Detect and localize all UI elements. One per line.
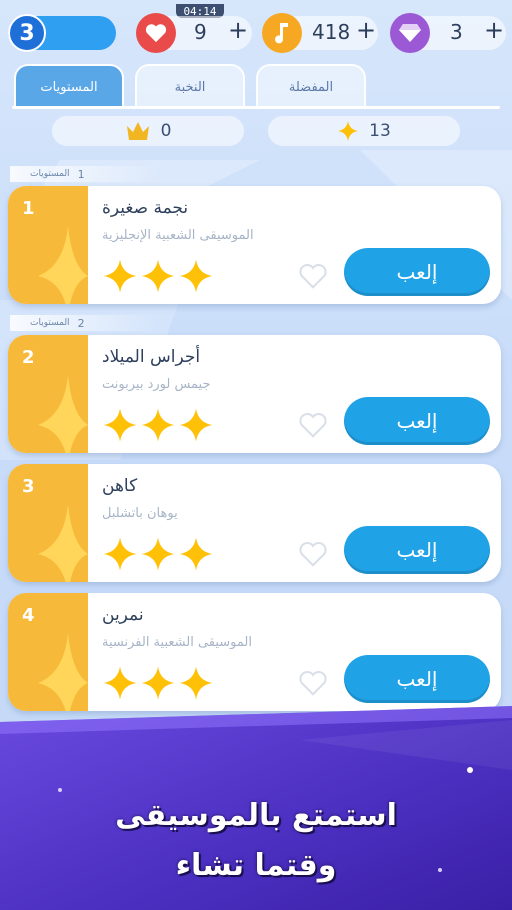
song-card[interactable]: 4 نمرين الموسيقى الشعبية الفرنسية إلعب: [8, 593, 501, 711]
favorite-heart-icon[interactable]: [298, 669, 328, 697]
stars-value: 13: [369, 121, 391, 141]
song-number: 3: [22, 476, 35, 497]
promo-text-line2: وقتما تشاء: [175, 848, 337, 883]
tab-underline: [12, 106, 500, 109]
tab-elite[interactable]: النخبة: [135, 64, 245, 108]
section-header: المستويات 2: [10, 315, 160, 331]
star-icon: [179, 408, 213, 442]
play-button[interactable]: إلعب: [344, 248, 490, 296]
notes-value: 418: [312, 20, 351, 44]
star-icon: [103, 537, 137, 571]
favorite-heart-icon[interactable]: [298, 540, 328, 568]
song-title: نجمة صغيرة: [102, 198, 189, 218]
star-icon: [141, 666, 175, 700]
song-artist: جيمس لورد بيربونت: [102, 377, 211, 392]
song-number: 4: [22, 605, 35, 626]
song-card[interactable]: 2 أجراس الميلاد جيمس لورد بيربونت إلعب: [8, 335, 501, 453]
crowns-value: 0: [160, 121, 172, 141]
song-artist: الموسيقى الشعبية الإنجليزية: [102, 228, 254, 243]
rating-stars: [102, 258, 214, 294]
rating-stars: [102, 536, 214, 572]
crowns-stat: 0: [52, 116, 244, 146]
song-card[interactable]: 1 نجمة صغيرة الموسيقى الشعبية الإنجليزية…: [8, 186, 501, 304]
crown-icon: [126, 122, 149, 140]
add-gems-button[interactable]: +: [484, 16, 504, 44]
section-number: 2: [77, 316, 85, 330]
promo-text-line1: استمتع بالموسيقى: [115, 798, 397, 833]
star-icon: [179, 666, 213, 700]
star-icon: [179, 259, 213, 293]
play-button[interactable]: إلعب: [344, 397, 490, 445]
star-icon: [141, 259, 175, 293]
star-icon: [103, 666, 137, 700]
play-button[interactable]: إلعب: [344, 526, 490, 574]
section-label: المستويات: [30, 169, 70, 179]
heart-icon: [136, 13, 176, 53]
song-title: كاهن: [102, 476, 138, 496]
rating-stars: [102, 665, 214, 701]
song-number: 1: [22, 198, 35, 219]
add-notes-button[interactable]: +: [356, 16, 376, 44]
star-icon: [179, 537, 213, 571]
song-artist: الموسيقى الشعبية الفرنسية: [102, 635, 252, 650]
rating-stars: [102, 407, 214, 443]
level-badge: 3: [8, 14, 46, 52]
song-thumbnail: 4: [8, 593, 88, 711]
diamond-icon: [390, 13, 430, 53]
song-card[interactable]: 3 كاهن يوهان باتشلبل إلعب: [8, 464, 501, 582]
tab-levels[interactable]: المستويات: [14, 64, 124, 108]
section-header: المستويات 1: [10, 166, 160, 182]
song-thumbnail: 3: [8, 464, 88, 582]
play-button[interactable]: إلعب: [344, 655, 490, 703]
sparkle-star-icon: [338, 120, 359, 142]
section-number: 1: [77, 167, 85, 181]
song-title: نمرين: [102, 605, 144, 625]
song-number: 2: [22, 347, 35, 368]
song-title: أجراس الميلاد: [102, 347, 201, 367]
stars-stat: 13: [268, 116, 460, 146]
star-icon: [103, 408, 137, 442]
add-lives-button[interactable]: +: [228, 16, 248, 44]
section-label: المستويات: [30, 318, 70, 328]
song-thumbnail: 1: [8, 186, 88, 304]
gems-value: 3: [450, 20, 463, 44]
song-thumbnail: 2: [8, 335, 88, 453]
music-note-icon: [262, 13, 302, 53]
tab-favorites[interactable]: المفضلة: [256, 64, 366, 108]
star-icon: [141, 408, 175, 442]
lives-value: 9: [194, 20, 207, 44]
star-icon: [103, 259, 137, 293]
song-artist: يوهان باتشلبل: [102, 506, 178, 521]
star-icon: [141, 537, 175, 571]
favorite-heart-icon[interactable]: [298, 262, 328, 290]
favorite-heart-icon[interactable]: [298, 411, 328, 439]
